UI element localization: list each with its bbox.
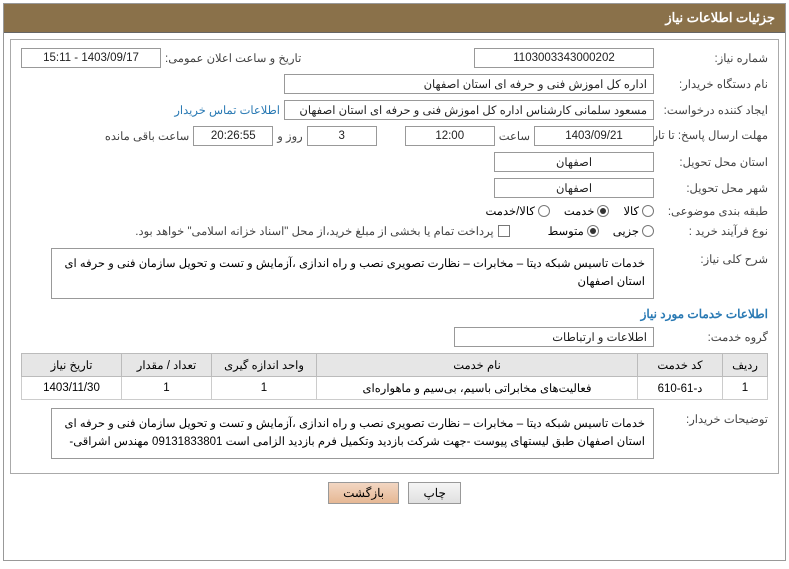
province-value: اصفهان bbox=[494, 152, 654, 172]
purchase-type-label: نوع فرآیند خرید : bbox=[658, 224, 768, 238]
requester-value: مسعود سلمانی کارشناس اداره کل اموزش فنی … bbox=[284, 100, 654, 120]
th-qty: تعداد / مقدار bbox=[122, 353, 212, 376]
requester-label: ایجاد کننده درخواست: bbox=[658, 103, 768, 117]
back-button[interactable]: بازگشت bbox=[328, 482, 399, 504]
th-name: نام خدمت bbox=[317, 353, 638, 376]
time-left-label: ساعت باقی مانده bbox=[105, 129, 189, 143]
buyer-notes-label: توضیحات خریدار: bbox=[658, 408, 768, 426]
service-group-label: گروه خدمت: bbox=[658, 330, 768, 344]
services-table: ردیف کد خدمت نام خدمت واحد اندازه گیری ت… bbox=[21, 353, 768, 400]
main-panel: شماره نیاز: 1103003343000202 تاریخ و ساع… bbox=[10, 39, 779, 474]
announce-dt-value: 1403/09/17 - 15:11 bbox=[21, 48, 161, 68]
city-label: شهر محل تحویل: bbox=[658, 181, 768, 195]
time-label: ساعت bbox=[499, 129, 530, 143]
deadline-date: 1403/09/21 bbox=[534, 126, 654, 146]
purchase-type-group: جزیی متوسط bbox=[548, 224, 654, 238]
th-row: ردیف bbox=[723, 353, 768, 376]
buyer-contact-link[interactable]: اطلاعات تماس خریدار bbox=[174, 103, 280, 117]
need-no-label: شماره نیاز: bbox=[658, 51, 768, 65]
announce-dt-label: تاریخ و ساعت اعلان عمومی: bbox=[165, 51, 301, 65]
th-need-date: تاریخ نیاز bbox=[22, 353, 122, 376]
days-remaining: 3 bbox=[307, 126, 377, 146]
table-row: 1 د-61-610 فعالیت‌های مخابراتی باسیم، بی… bbox=[22, 376, 768, 399]
buyer-notes-value: خدمات تاسیس شبکه دیتا – مخابرات – نظارت … bbox=[51, 408, 654, 459]
deadline-time: 12:00 bbox=[405, 126, 495, 146]
cat-service[interactable]: خدمت bbox=[564, 204, 610, 218]
pt-medium[interactable]: متوسط bbox=[548, 224, 599, 238]
need-desc-label: شرح کلی نیاز: bbox=[658, 248, 768, 266]
need-desc-value: خدمات تاسیس شبکه دیتا – مخابرات – نظارت … bbox=[51, 248, 654, 299]
buyer-org-label: نام دستگاه خریدار: bbox=[658, 77, 768, 91]
payment-note: پرداخت تمام یا بخشی از مبلغ خرید،از محل … bbox=[135, 224, 493, 238]
province-label: استان محل تحویل: bbox=[658, 155, 768, 169]
time-remaining: 20:26:55 bbox=[193, 126, 273, 146]
print-button[interactable]: چاپ bbox=[408, 482, 460, 504]
pt-minor[interactable]: جزیی bbox=[613, 224, 654, 238]
days-and-label: روز و bbox=[277, 129, 302, 143]
th-code: کد خدمت bbox=[638, 353, 723, 376]
action-bar: چاپ بازگشت bbox=[10, 482, 779, 504]
payment-checkbox[interactable] bbox=[498, 225, 510, 237]
service-group-value: اطلاعات و ارتباطات bbox=[454, 327, 654, 347]
buyer-org-value: اداره کل اموزش فنی و حرفه ای استان اصفها… bbox=[284, 74, 654, 94]
deadline-label: مهلت ارسال پاسخ: تا تاریخ: bbox=[658, 129, 768, 144]
page-title: جزئیات اطلاعات نیاز bbox=[4, 4, 785, 33]
category-radio-group: کالا خدمت کالا/خدمت bbox=[486, 204, 655, 218]
city-value: اصفهان bbox=[494, 178, 654, 198]
services-info-label: اطلاعات خدمات مورد نیاز bbox=[21, 307, 768, 321]
category-label: طبقه بندی موضوعی: bbox=[658, 204, 768, 218]
need-no-value: 1103003343000202 bbox=[474, 48, 654, 68]
th-unit: واحد اندازه گیری bbox=[212, 353, 317, 376]
cat-goods[interactable]: کالا bbox=[623, 204, 654, 218]
cat-goods-service[interactable]: کالا/خدمت bbox=[486, 204, 550, 218]
